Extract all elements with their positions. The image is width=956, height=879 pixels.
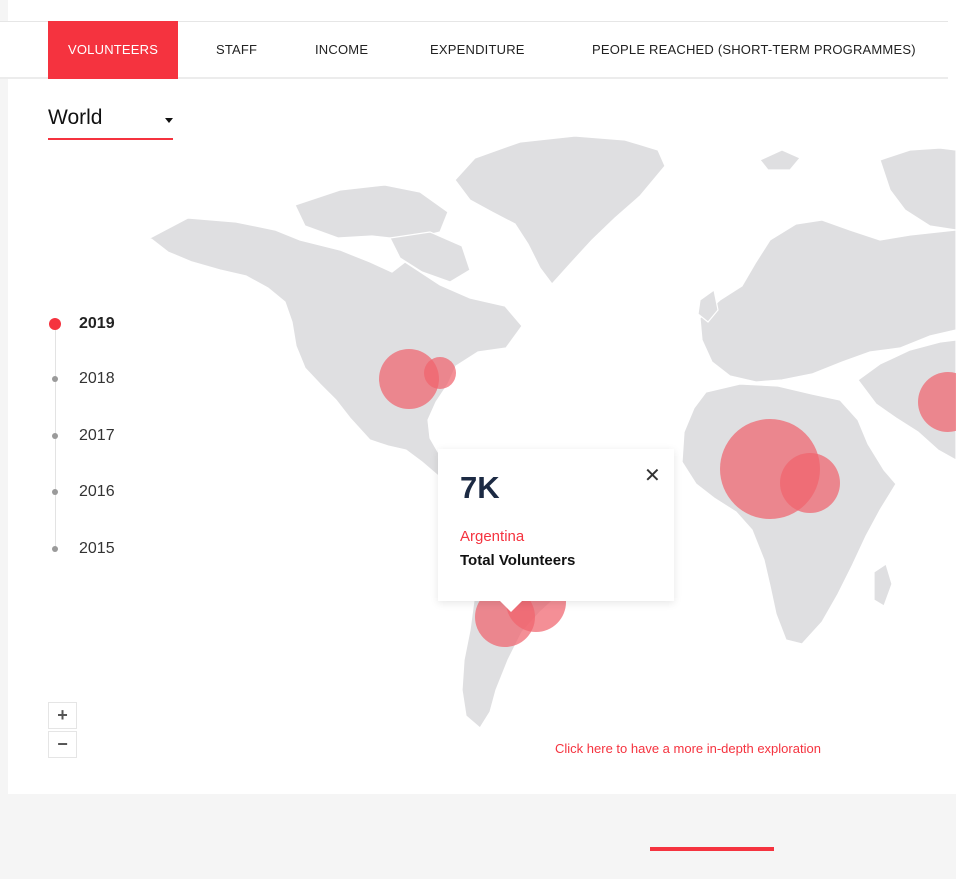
- tooltip-metric: Total Volunteers: [460, 552, 576, 569]
- land-arctic-islands: [294, 184, 449, 241]
- timeline-year-label: 2019: [79, 315, 115, 332]
- tab-income[interactable]: INCOME: [315, 21, 368, 79]
- region-select[interactable]: World: [48, 104, 173, 140]
- tab-expenditure[interactable]: EXPENDITURE: [430, 21, 525, 79]
- timeline-dot-icon: [52, 433, 58, 439]
- explore-link[interactable]: Click here to have a more in-depth explo…: [555, 741, 821, 756]
- timeline-dot-icon: [52, 546, 58, 552]
- zoom-out-button[interactable]: −: [48, 731, 77, 758]
- zoom-in-button[interactable]: +: [48, 702, 77, 729]
- land-svalbard: [759, 149, 801, 171]
- timeline-year-label: 2015: [79, 540, 115, 557]
- timeline-year-label: 2017: [79, 427, 115, 444]
- tooltip-country: Argentina: [460, 528, 525, 545]
- tab-people-reached[interactable]: PEOPLE REACHED (SHORT-TERM PROGRAMMES): [592, 21, 916, 79]
- region-select-value: World: [48, 106, 103, 129]
- tab-volunteers[interactable]: VOLUNTEERS: [48, 21, 179, 79]
- bubble-ethiopia[interactable]: [780, 453, 840, 513]
- country-tooltip: 7K ✕ Argentina Total Volunteers: [438, 449, 674, 612]
- timeline-year-label: 2018: [79, 370, 115, 387]
- section-divider-accent: [650, 847, 774, 851]
- timeline-dot-icon: [52, 489, 58, 495]
- landmasses: [148, 135, 956, 729]
- land-madagascar: [873, 563, 893, 607]
- land-greenland: [454, 135, 666, 285]
- caret-down-icon: [165, 118, 173, 123]
- close-icon[interactable]: ✕: [644, 463, 661, 488]
- land-north-asia: [879, 147, 956, 231]
- timeline-year-label: 2016: [79, 483, 115, 500]
- tooltip-value: 7K: [460, 470, 500, 505]
- tab-staff[interactable]: STAFF: [216, 21, 257, 79]
- timeline-dot-icon: [52, 376, 58, 382]
- timeline-dot-icon: [49, 318, 61, 330]
- bubble-usa-east[interactable]: [424, 357, 456, 389]
